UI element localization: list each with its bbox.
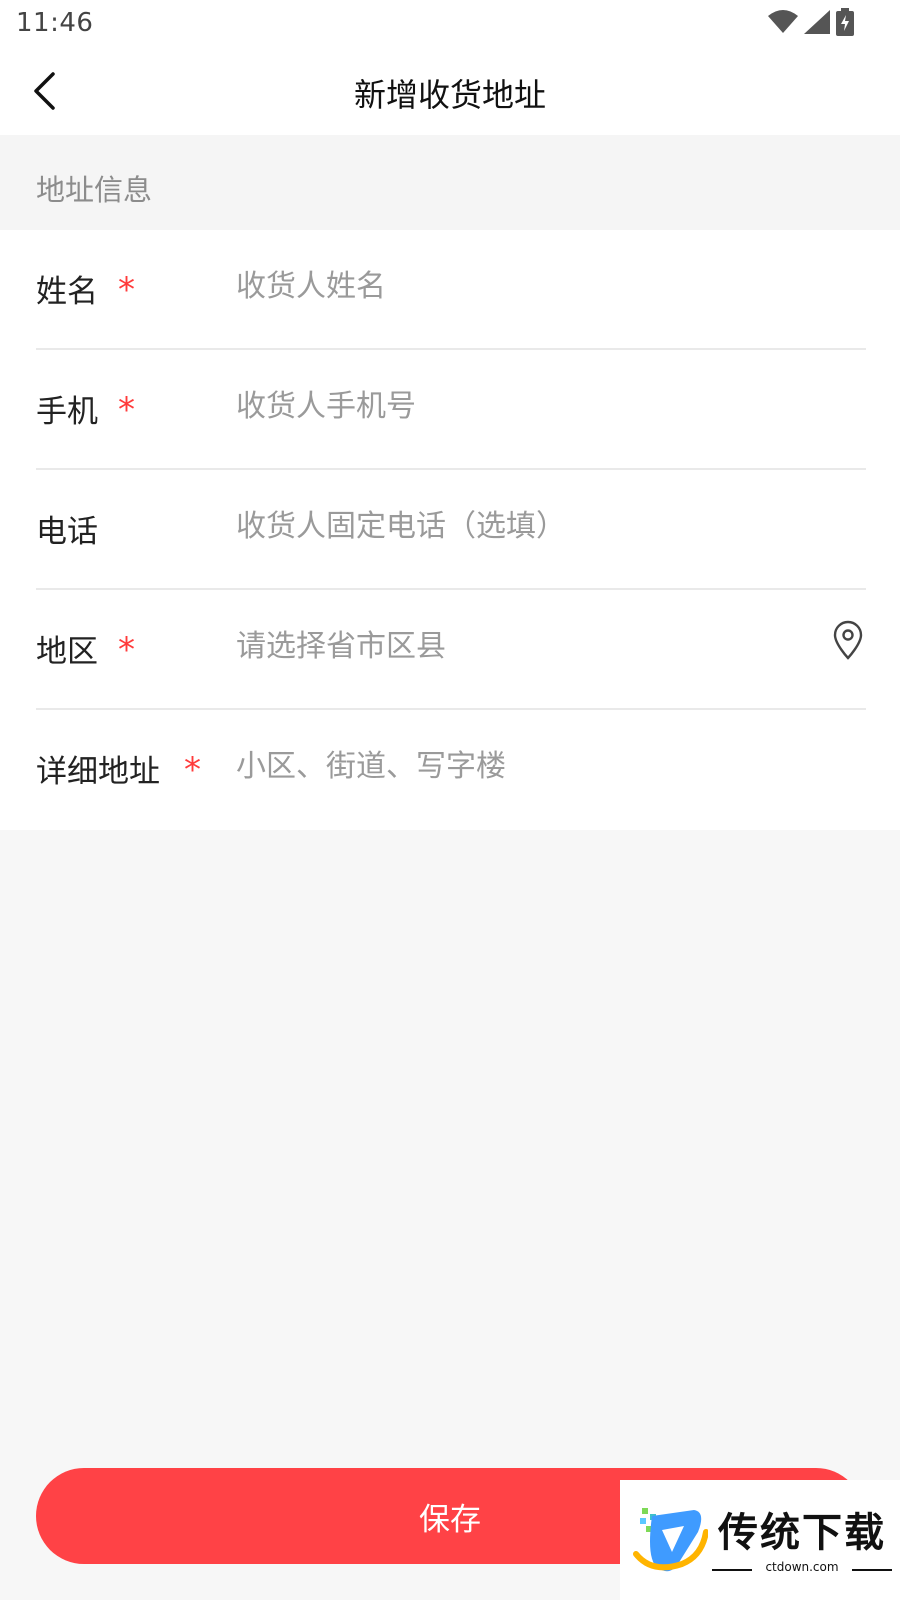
status-bar: 11:46 [0,0,900,50]
form-row-phone: 电话 [36,470,866,590]
region-label: 地区 [36,634,98,670]
form-row-detail-address: 详细地址 * [36,710,866,830]
required-mark: * [118,630,135,670]
name-label: 姓名 [36,274,98,310]
phone-input[interactable] [236,498,796,554]
detail-address-label: 详细地址 [36,754,160,790]
form-row-region: 地区 * [36,590,866,710]
name-input[interactable] [236,258,796,314]
section-title: 地址信息 [36,173,153,207]
watermark-subtitle: ctdown.com [765,1560,839,1574]
watermark: 传统下载 ctdown.com [620,1480,900,1600]
status-time: 11:46 [16,8,94,38]
cellular-signal-icon [804,10,830,38]
phone-label: 电话 [36,514,98,550]
watermark-title: 传统下载 [718,1510,886,1556]
status-icons [768,8,854,40]
page-title: 新增收货地址 [353,76,546,114]
mobile-label: 手机 [36,394,98,430]
address-form: 姓名 * 手机 * 电话 地区 * 详细地址 * [0,230,900,830]
watermark-logo-icon [632,1502,709,1578]
battery-charging-icon [836,8,854,40]
region-select[interactable] [236,618,796,674]
required-mark: * [118,270,135,310]
required-mark: * [118,390,135,430]
location-pin-icon[interactable] [832,620,864,660]
new-address-page: 11:46 新增收货地址 地址信息 姓名 * 收货人姓名 手机 * 收货人手机号… [0,0,900,1600]
form-row-name: 姓名 * [36,230,866,350]
form-row-mobile: 手机 * [36,350,866,470]
watermark-line-right [852,1569,892,1571]
wifi-icon [768,10,798,38]
detail-address-input[interactable] [236,738,796,794]
required-mark: * [184,750,201,790]
nav-bar: 新增收货地址 [0,50,900,135]
mobile-input[interactable] [236,378,796,434]
section-header: 地址信息 [0,135,900,230]
